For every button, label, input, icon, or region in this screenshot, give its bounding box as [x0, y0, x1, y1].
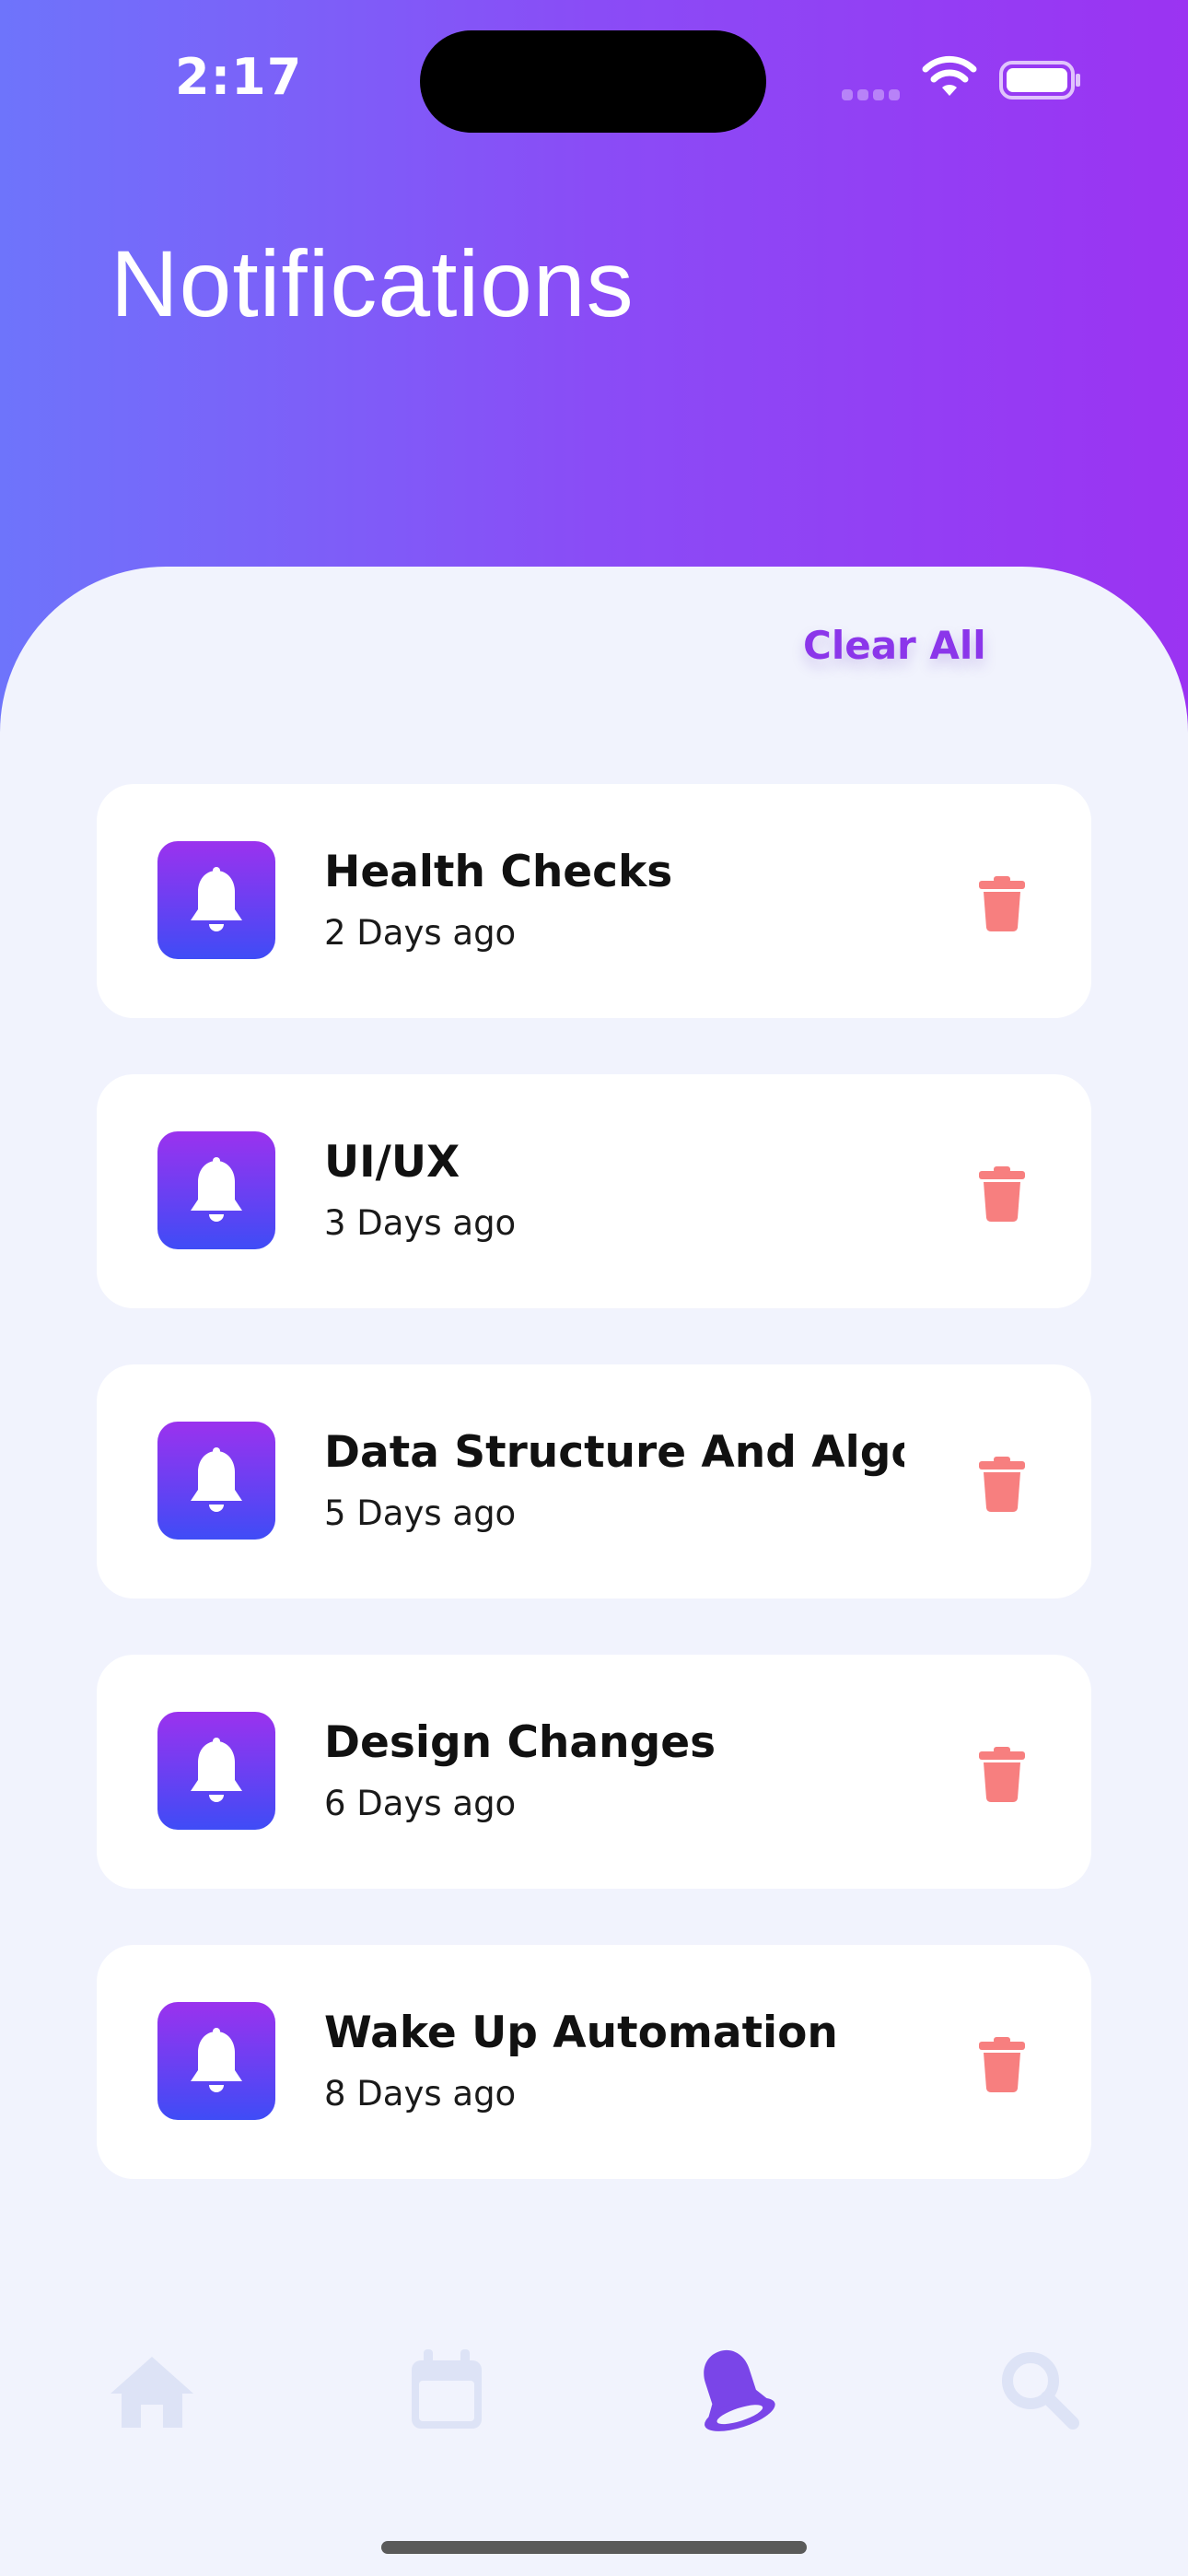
- bell-icon: [191, 1447, 242, 1512]
- notification-bell-tile: [157, 1712, 275, 1830]
- delete-button[interactable]: [979, 1747, 1025, 1802]
- trash-icon: [979, 2037, 1025, 2092]
- notification-card[interactable]: Data Structure And Algorithms 5 Days ago: [97, 1364, 1091, 1598]
- wifi-icon: [922, 55, 977, 96]
- notification-time: 5 Days ago: [324, 1493, 517, 1533]
- delete-button[interactable]: [979, 2037, 1025, 2092]
- status-bar: 2:17: [0, 0, 1188, 138]
- home-indicator[interactable]: [381, 2541, 807, 2554]
- home-icon: [111, 2357, 193, 2428]
- bell-icon: [191, 2028, 242, 2092]
- status-time: 2:17: [175, 48, 303, 106]
- notification-bell-tile: [157, 1131, 275, 1249]
- trash-icon: [979, 876, 1025, 931]
- notification-bell-tile: [157, 841, 275, 959]
- battery-icon: [999, 61, 1080, 100]
- bell-icon: [191, 1738, 242, 1802]
- notification-title: Wake Up Automation: [324, 2008, 838, 2058]
- notification-title: Health Checks: [324, 847, 673, 897]
- notification-card[interactable]: Health Checks 2 Days ago: [97, 784, 1091, 1018]
- cellular-signal-icon: [842, 87, 906, 100]
- search-icon: [1002, 2352, 1079, 2430]
- trash-icon: [979, 1457, 1025, 1512]
- dynamic-island: [420, 30, 766, 133]
- notification-card[interactable]: UI/UX 3 Days ago: [97, 1074, 1091, 1308]
- notification-title: UI/UX: [324, 1137, 460, 1188]
- delete-button[interactable]: [979, 1457, 1025, 1512]
- trash-icon: [979, 1747, 1025, 1802]
- notification-time: 8 Days ago: [324, 2074, 517, 2113]
- tab-bar: [0, 2340, 1188, 2488]
- delete-button[interactable]: [979, 876, 1025, 931]
- notification-time: 2 Days ago: [324, 913, 517, 953]
- tab-notifications[interactable]: [681, 2340, 783, 2441]
- calendar-icon: [412, 2349, 482, 2429]
- notification-bell-tile: [157, 2002, 275, 2120]
- tab-search[interactable]: [990, 2340, 1091, 2441]
- bell-icon: [191, 1157, 242, 1222]
- clear-all-button[interactable]: Clear All: [803, 623, 986, 668]
- notification-time: 3 Days ago: [324, 1203, 517, 1243]
- notification-title: Data Structure And Algorithms: [324, 1427, 904, 1478]
- tab-home[interactable]: [101, 2340, 203, 2441]
- notification-bell-tile: [157, 1422, 275, 1540]
- bell-icon: [704, 2350, 775, 2431]
- bell-icon: [191, 867, 242, 931]
- notification-title: Design Changes: [324, 1717, 716, 1768]
- notification-card[interactable]: Design Changes 6 Days ago: [97, 1655, 1091, 1889]
- delete-button[interactable]: [979, 1166, 1025, 1222]
- page-title: Notifications: [111, 231, 635, 336]
- trash-icon: [979, 1166, 1025, 1222]
- tab-calendar[interactable]: [396, 2340, 497, 2441]
- notification-time: 6 Days ago: [324, 1784, 517, 1823]
- notification-card[interactable]: Wake Up Automation 8 Days ago: [97, 1945, 1091, 2179]
